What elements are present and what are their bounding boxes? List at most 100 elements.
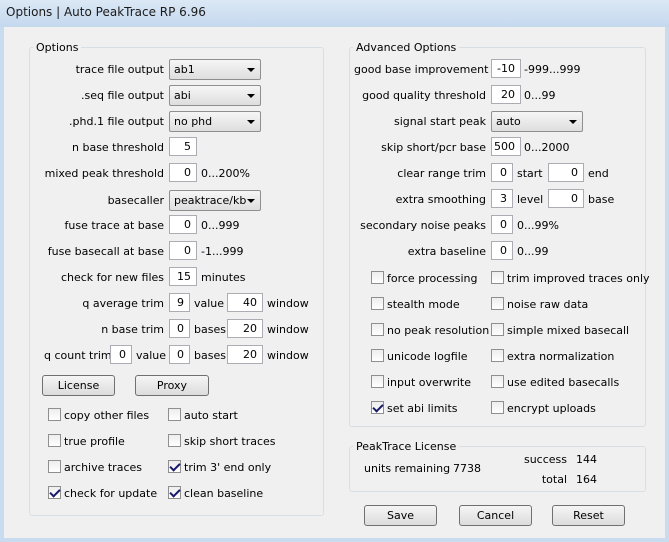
extra-baseline-input[interactable]: 0	[491, 241, 513, 260]
basecaller-label: basecaller	[107, 194, 164, 207]
copy-other-files-checkbox[interactable]	[48, 408, 61, 421]
fuse-basecall-at-base-input[interactable]: 0	[169, 241, 197, 260]
good-quality-threshold-label: good quality threshold	[362, 89, 486, 102]
secondary-noise-peaks-input[interactable]: 0	[491, 215, 513, 234]
auto-start-label: auto start	[184, 409, 238, 422]
basecaller-select[interactable]: peaktrace/kb	[169, 190, 261, 211]
units-remaining-value: 7738	[453, 462, 481, 475]
auto-start-checkbox[interactable]	[168, 408, 181, 421]
mixed-peak-threshold-input[interactable]: 0	[169, 163, 197, 182]
skip-short-pcr-base-input[interactable]: 500	[491, 137, 521, 156]
q-count-trim-label: q count trim	[44, 349, 112, 362]
good-quality-threshold-range: 0...99	[524, 89, 556, 102]
trace-file-output-select[interactable]: ab1	[169, 59, 261, 80]
extra-smoothing-level-input[interactable]: 3	[491, 189, 513, 208]
q-count-trim-value-label: value	[136, 349, 167, 362]
q-count-trim-bases-label: bases	[194, 349, 226, 362]
success-label: success	[523, 453, 567, 466]
seq-file-output-value: abi	[174, 89, 191, 102]
trim-3-end-only-label: trim 3' end only	[184, 461, 272, 474]
copy-other-files-label: copy other files	[64, 409, 150, 422]
check-for-update-checkbox[interactable]	[48, 486, 61, 499]
skip-short-pcr-base-range: 0...2000	[524, 141, 570, 154]
noise-raw-data-label: noise raw data	[507, 298, 589, 311]
q-average-trim-window-input[interactable]: 40	[227, 293, 263, 312]
clear-range-trim-end-input[interactable]: 0	[548, 163, 584, 182]
fuse-basecall-at-base-range: -1...999	[201, 245, 244, 258]
clear-range-trim-start-input[interactable]: 0	[491, 163, 513, 182]
cancel-button[interactable]: Cancel	[459, 505, 532, 526]
total-label: total	[541, 473, 567, 486]
success-value: 144	[576, 453, 597, 466]
q-count-trim-window-input[interactable]: 20	[227, 345, 263, 364]
unicode-logfile-label: unicode logfile	[387, 350, 468, 363]
archive-traces-label: archive traces	[64, 461, 142, 474]
signal-start-peak-value: auto	[496, 115, 521, 128]
chevron-down-icon	[247, 199, 255, 203]
archive-traces-checkbox[interactable]	[48, 460, 61, 473]
trace-file-output-value: ab1	[174, 63, 195, 76]
no-peak-resolution-checkbox[interactable]	[371, 323, 384, 336]
clean-baseline-label: clean baseline	[184, 487, 264, 500]
phd-file-output-value: no phd	[174, 115, 213, 128]
extra-normalization-checkbox[interactable]	[491, 349, 504, 362]
phd-file-output-select[interactable]: no phd	[169, 111, 261, 132]
signal-start-peak-label: signal start peak	[393, 115, 486, 128]
n-base-trim-value-input[interactable]: 0	[169, 319, 190, 338]
license-button[interactable]: License	[42, 375, 115, 396]
trim-3-end-only-checkbox[interactable]	[168, 460, 181, 473]
good-quality-threshold-input[interactable]: 20	[491, 85, 521, 104]
save-button[interactable]: Save	[364, 505, 437, 526]
fuse-trace-at-base-label: fuse trace at base	[64, 219, 165, 232]
extra-smoothing-base-input[interactable]: 0	[548, 189, 584, 208]
n-base-threshold-input[interactable]: 5	[169, 137, 197, 156]
no-peak-resolution-label: no peak resolution	[387, 324, 490, 337]
fuse-trace-at-base-range: 0...999	[201, 219, 240, 232]
skip-short-pcr-base-label: skip short/pcr base	[381, 141, 486, 154]
mixed-peak-threshold-label: mixed peak threshold	[44, 167, 164, 180]
clear-range-trim-end-label: end	[588, 167, 609, 180]
license-group-title: PeakTrace License	[353, 440, 460, 453]
secondary-noise-peaks-label: secondary noise peaks	[360, 219, 486, 232]
clean-baseline-checkbox[interactable]	[168, 486, 181, 499]
trace-file-output-label: trace file output	[75, 63, 164, 76]
q-count-trim-bases-input[interactable]: 0	[169, 345, 190, 364]
n-base-trim-window-input[interactable]: 20	[227, 319, 263, 338]
q-average-trim-value-input[interactable]: 9	[169, 293, 190, 312]
encrypt-uploads-checkbox[interactable]	[491, 401, 504, 414]
good-base-improvement-input[interactable]: -10	[491, 59, 521, 78]
q-count-trim-value-input[interactable]: 0	[110, 345, 132, 364]
proxy-button[interactable]: Proxy	[135, 375, 209, 396]
clear-range-trim-label: clear range trim	[397, 167, 486, 180]
fuse-trace-at-base-input[interactable]: 0	[169, 215, 197, 234]
basecaller-value: peaktrace/kb	[174, 194, 247, 207]
seq-file-output-label: .seq file output	[80, 89, 164, 102]
reset-button[interactable]: Reset	[552, 505, 625, 526]
use-edited-basecalls-label: use edited basecalls	[507, 376, 620, 389]
true-profile-checkbox[interactable]	[48, 434, 61, 447]
chevron-down-icon	[247, 120, 255, 124]
check-new-files-label: check for new files	[60, 271, 164, 284]
good-base-improvement-label: good base improvement	[354, 63, 489, 76]
set-abi-limits-checkbox[interactable]	[371, 401, 384, 414]
stealth-mode-checkbox[interactable]	[371, 297, 384, 310]
force-processing-checkbox[interactable]	[371, 271, 384, 284]
seq-file-output-select[interactable]: abi	[169, 85, 261, 106]
signal-start-peak-select[interactable]: auto	[491, 111, 583, 132]
chevron-down-icon	[247, 68, 255, 72]
simple-mixed-basecall-checkbox[interactable]	[491, 323, 504, 336]
trim-improved-traces-only-checkbox[interactable]	[491, 271, 504, 284]
q-average-trim-label: q average trim	[82, 297, 164, 310]
input-overwrite-checkbox[interactable]	[371, 375, 384, 388]
check-new-files-input[interactable]: 15	[169, 267, 197, 286]
q-count-trim-window-label: window	[267, 349, 309, 362]
unicode-logfile-checkbox[interactable]	[371, 349, 384, 362]
phd-file-output-label: .phd.1 file output	[69, 115, 164, 128]
use-edited-basecalls-checkbox[interactable]	[491, 375, 504, 388]
skip-short-traces-checkbox[interactable]	[168, 434, 181, 447]
noise-raw-data-checkbox[interactable]	[491, 297, 504, 310]
extra-baseline-range: 0...99	[517, 245, 549, 258]
extra-baseline-label: extra baseline	[407, 245, 486, 258]
trim-improved-traces-only-label: trim improved traces only	[507, 272, 650, 285]
stealth-mode-label: stealth mode	[387, 298, 460, 311]
